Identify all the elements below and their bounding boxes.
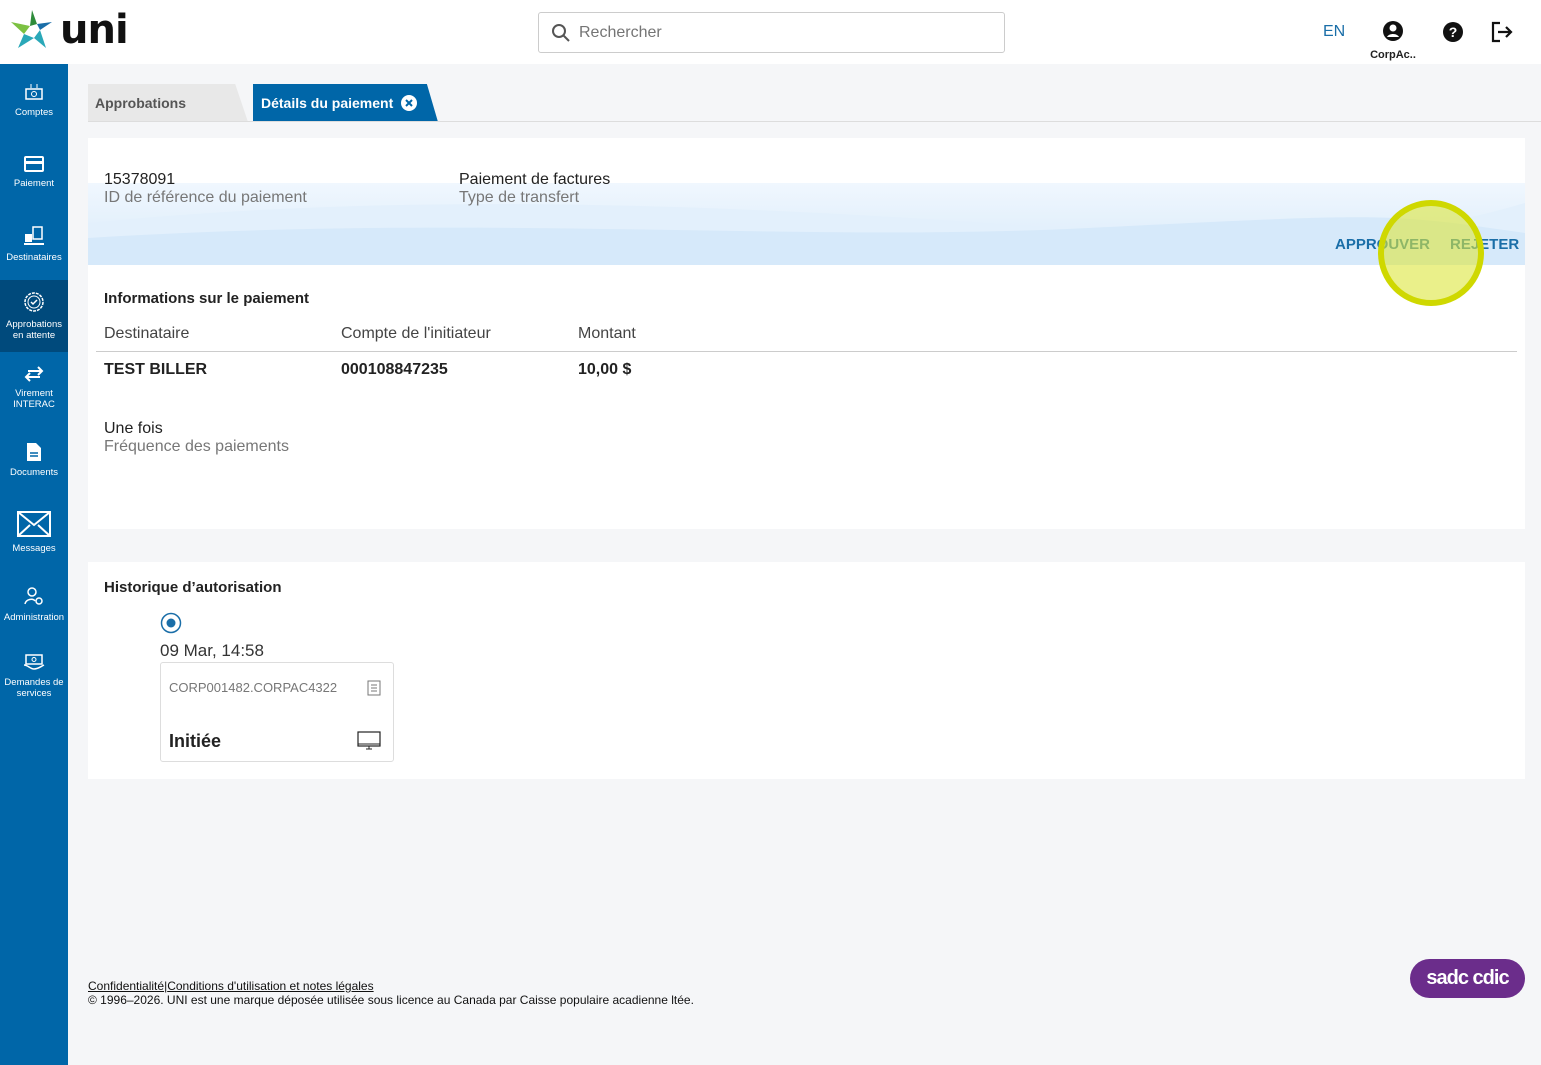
sidebar-item-label: Destinataires <box>6 251 62 263</box>
sidebar-item-messages[interactable]: Messages <box>0 496 68 568</box>
col-header-destinataire: Destinataire <box>104 325 190 342</box>
footer: Confidentialité|Conditions d'utilisation… <box>88 979 694 1007</box>
help-button[interactable]: ? <box>1442 21 1464 48</box>
search-icon <box>552 23 570 42</box>
star-logo-icon <box>11 10 52 48</box>
reference-id-label: ID de référence du paiement <box>104 189 307 206</box>
history-status: Initiée <box>169 731 222 751</box>
payment-info-title: Informations sur le paiement <box>104 290 310 307</box>
sidebar-item-administration[interactable]: Administration <box>0 568 68 640</box>
logo-text: uni <box>60 7 129 53</box>
tab-divider <box>88 121 1541 122</box>
sidebar: Comptes Paiement Destinataires Approbati… <box>0 64 68 1065</box>
frequency-value: Une fois <box>104 420 163 437</box>
sidebar-item-label: Approbations en attente <box>6 319 62 341</box>
tab-label: Détails du paiement <box>261 95 394 111</box>
sidebar-item-label: Messages <box>12 542 56 554</box>
transfer-type-value: Paiement de factures <box>459 171 611 188</box>
history-date: 09 Mar, 14:58 <box>160 641 264 660</box>
service-request-icon <box>23 654 45 670</box>
cell-compte: 000108847235 <box>341 361 448 378</box>
uni-logo[interactable]: uni <box>8 7 129 53</box>
sidebar-item-label: Paiement <box>13 177 55 189</box>
sidebar-item-label: Demandes de services <box>4 677 64 699</box>
desktop-icon <box>357 731 381 750</box>
close-tab-icon[interactable] <box>401 95 418 111</box>
svg-text:?: ? <box>1449 24 1458 40</box>
history-user: CORP001482.CORPAC4322 <box>169 680 338 695</box>
user-gear-icon <box>24 586 43 605</box>
payment-details-card: 15378091 ID de référence du paiement Paie… <box>88 138 1525 529</box>
language-toggle[interactable]: EN <box>1323 23 1345 41</box>
envelope-icon <box>17 510 51 537</box>
sidebar-item-documents[interactable]: Documents <box>0 424 68 496</box>
user-menu[interactable]: CorpAc.. <box>1368 20 1418 61</box>
payment-frequency: Une fois Fréquence des paiements <box>104 420 289 456</box>
sidebar-item-label: Documents <box>9 466 59 478</box>
cell-destinataire: TEST BILLER <box>104 361 208 378</box>
cell-montant: 10,00 $ <box>578 361 632 378</box>
top-bar: uni EN CorpAc.. ? <box>0 0 1541 64</box>
card-icon <box>24 155 44 172</box>
help-icon: ? <box>1443 22 1463 42</box>
history-title: Historique d’autorisation <box>104 579 282 596</box>
transfer-icon <box>24 366 44 382</box>
reference-id: 15378091 ID de référence du paiement <box>104 171 307 207</box>
timeline-dot-icon <box>160 612 182 634</box>
badge-check-icon <box>24 292 44 312</box>
tab-bar: Approbations Détails du paiement <box>88 84 438 122</box>
approve-button[interactable]: APPROUVER <box>1335 236 1430 253</box>
reject-button[interactable]: REJETER <box>1450 236 1519 253</box>
cdic-logo[interactable]: sadc cdic <box>1410 959 1525 998</box>
sidebar-item-virement-interac[interactable]: Virement INTERAC <box>0 352 68 424</box>
logout-icon <box>1491 21 1513 43</box>
document-icon <box>27 442 41 461</box>
privacy-link[interactable]: Confidentialité <box>88 979 164 993</box>
notes-icon[interactable] <box>367 680 381 696</box>
col-header-montant: Montant <box>578 325 636 342</box>
user-name: CorpAc.. <box>1370 49 1416 61</box>
transfer-type: Paiement de factures Type de transfert <box>459 171 610 207</box>
authorization-history-card: Historique d’autorisation 09 Mar, 14:58 … <box>88 562 1525 779</box>
sidebar-item-destinataires[interactable]: Destinataires <box>0 208 68 280</box>
user-icon <box>1383 21 1403 41</box>
sidebar-item-label: Administration <box>3 611 65 623</box>
col-header-compte: Compte de l'initiateur <box>341 325 491 342</box>
frequency-label: Fréquence des paiements <box>104 438 289 455</box>
payees-icon <box>24 225 44 245</box>
tab-approbations[interactable]: Approbations <box>88 84 248 122</box>
tab-details-paiement[interactable]: Détails du paiement <box>253 84 438 122</box>
search-box[interactable] <box>538 12 1005 53</box>
terms-link[interactable]: Conditions d'utilisation et notes légale… <box>167 979 373 993</box>
logout-button[interactable] <box>1490 21 1514 48</box>
sidebar-item-demandes[interactable]: Demandes de services <box>0 640 68 712</box>
accounts-icon <box>25 83 43 100</box>
reference-id-value: 15378091 <box>104 171 176 188</box>
sidebar-item-paiement[interactable]: Paiement <box>0 136 68 208</box>
transfer-type-label: Type de transfert <box>459 189 580 206</box>
sidebar-item-approbations[interactable]: Approbations en attente <box>0 280 68 352</box>
sidebar-item-label: Comptes <box>14 106 53 118</box>
sidebar-item-comptes[interactable]: Comptes <box>0 64 68 136</box>
copyright: © 1996–2026. UNI est une marque déposée … <box>88 993 694 1007</box>
sidebar-item-label: Virement INTERAC <box>13 388 55 410</box>
search-input[interactable] <box>579 23 979 42</box>
history-entry: CORP001482.CORPAC4322 Initiée <box>160 662 394 762</box>
table-divider <box>96 351 1517 352</box>
